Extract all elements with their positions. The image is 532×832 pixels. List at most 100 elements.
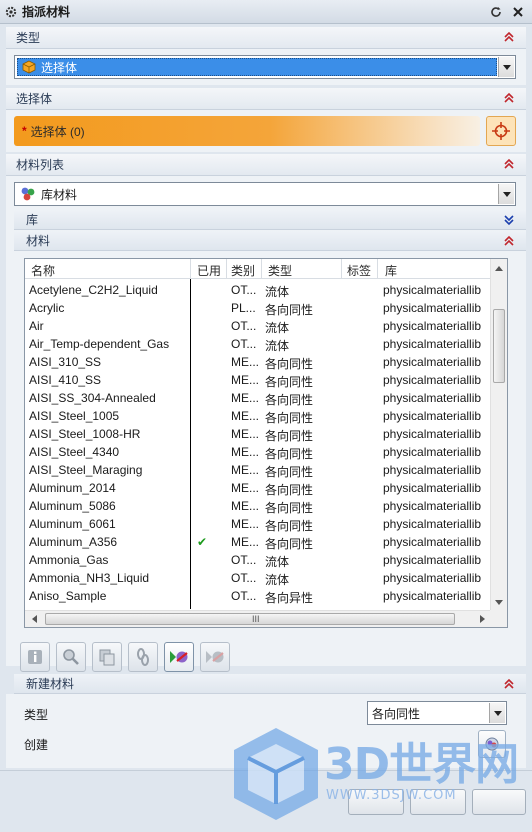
scroll-left-icon[interactable] (25, 611, 42, 627)
cell-library: physicalmateriallib (383, 463, 482, 477)
material-list-select-value: 库材料 (41, 187, 78, 202)
required-mark: * (22, 124, 27, 138)
column-header-category[interactable]: 类别 (231, 262, 255, 279)
cell-category: ME... (231, 481, 260, 495)
table-row[interactable]: Aniso_Sample OT... 各向异性 physicalmateriallib (25, 587, 491, 605)
type-select-value: 选择体 (41, 60, 78, 75)
table-row[interactable]: Ammonia_NH3_Liquid OT... 流体 physicalmateria… (25, 569, 491, 587)
cancel-button[interactable] (472, 789, 526, 815)
chevron-down-double-icon[interactable] (502, 213, 516, 227)
cell-library: physicalmateriallib (383, 517, 482, 531)
horizontal-scroll-thumb[interactable]: III (45, 613, 455, 625)
table-row[interactable]: Aluminum_5086 ME... 各向同性 physicalmaterialli… (25, 497, 491, 515)
cell-name: Aluminum_A356 (29, 535, 118, 549)
section-material-list-header[interactable]: 材料列表 (6, 154, 526, 176)
info-button[interactable] (20, 642, 50, 672)
gear-icon[interactable] (0, 5, 22, 19)
link-icon (137, 648, 149, 666)
chevron-up-icon[interactable] (502, 91, 516, 105)
scroll-right-icon[interactable] (474, 611, 491, 627)
section-select-body-header[interactable]: 选择体 (6, 88, 526, 110)
new-material-type-select[interactable]: 各向同性 (367, 701, 507, 725)
materials-table[interactable]: 名称 已用 类别 类型 标签 库 Acetylene_C2H2_Liquid OT… (24, 258, 508, 628)
cell-type: 各向同性 (265, 357, 314, 371)
cell-category: ME... (231, 445, 260, 459)
table-row[interactable]: AISI_Steel_4340 ME... 各向同性 physicalmaterial… (25, 443, 491, 461)
reset-icon[interactable] (488, 4, 504, 20)
table-row[interactable]: Air_Temp-dependent_Gas OT... 流体 physicalmat… (25, 335, 491, 353)
scroll-down-icon[interactable] (491, 594, 507, 611)
cell-library: physicalmateriallib (383, 553, 482, 567)
column-header-used[interactable]: 已用 (197, 262, 221, 279)
scroll-up-icon[interactable] (491, 259, 507, 276)
cell-name: Aluminum_5086 (29, 499, 116, 513)
cell-library: physicalmateriallib (383, 301, 482, 315)
column-divider[interactable] (377, 259, 378, 279)
cell-type: 流体 (265, 321, 290, 335)
table-row[interactable]: Aluminum_A356 ✔ ME... 各向同性 physicalmateriall… (25, 533, 491, 551)
cell-name: AISI_Steel_4340 (29, 445, 120, 459)
type-select[interactable]: 选择体 (14, 55, 516, 79)
dialog-button-bar (0, 770, 532, 832)
chevron-down-icon[interactable] (498, 184, 514, 204)
cell-category: ME... (231, 517, 260, 531)
cell-name: AISI_Steel_1008-HR (29, 427, 141, 441)
section-type-header[interactable]: 类型 (6, 27, 526, 49)
material-list-select[interactable]: 库材料 (14, 182, 516, 206)
chevron-up-icon[interactable] (502, 30, 516, 44)
link-button[interactable] (128, 642, 158, 672)
assign-material-button[interactable] (164, 642, 194, 672)
subsection-materials-header[interactable]: 材料 (14, 231, 526, 251)
cell-name: AISI_Steel_1005 (29, 409, 120, 423)
cell-name: Ammonia_Gas (29, 553, 109, 567)
column-header-tag[interactable]: 标签 (347, 262, 371, 279)
apply-button[interactable] (410, 789, 466, 815)
column-divider[interactable] (226, 259, 227, 279)
inspect-button[interactable] (56, 642, 86, 672)
table-row[interactable]: Acetylene_C2H2_Liquid OT... 流体 physicalmate… (25, 281, 491, 299)
column-header-type[interactable]: 类型 (268, 262, 292, 279)
table-row[interactable]: AISI_Steel_1008-HR ME... 各向同性 physicalmater… (25, 425, 491, 443)
inspect-icon (63, 649, 79, 665)
select-body-field[interactable]: * 选择体 (0) (14, 116, 480, 146)
copy-button[interactable] (92, 642, 122, 672)
table-row[interactable]: AISI_Steel_1005 ME... 各向同性 physicalmaterial… (25, 407, 491, 425)
table-row[interactable]: AISI_Steel_Maraging ME... 各向同性 physicalmate… (25, 461, 491, 479)
column-divider[interactable] (190, 259, 191, 279)
chevron-up-icon[interactable] (502, 157, 516, 171)
vertical-scrollbar[interactable] (490, 259, 507, 611)
ok-button[interactable] (348, 789, 404, 815)
vertical-scroll-thumb[interactable] (493, 309, 505, 383)
table-row[interactable]: Acrylic PL... 各向同性 physicalmateriallib (25, 299, 491, 317)
cell-category: ME... (231, 391, 260, 405)
horizontal-scrollbar[interactable]: III (25, 610, 491, 627)
column-header-library[interactable]: 库 (385, 262, 397, 279)
subsection-library-header[interactable]: 库 (14, 210, 526, 230)
check-icon: ✔ (197, 535, 208, 549)
cell-name: Ammonia_NH3_Liquid (29, 571, 150, 585)
column-divider[interactable] (341, 259, 342, 279)
table-row[interactable]: AISI_SS_304-Annealed ME... 各向同性 physicalmat… (25, 389, 491, 407)
column-header-name[interactable]: 名称 (31, 262, 55, 279)
table-row[interactable]: Air OT... 流体 physicalmateriallib (25, 317, 491, 335)
table-row[interactable]: Aluminum_6061 ME... 各向同性 physicalmaterialli… (25, 515, 491, 533)
table-row[interactable]: Aluminum_2014 ME... 各向同性 physicalmaterialli… (25, 479, 491, 497)
select-body-crosshair-button[interactable] (486, 116, 516, 146)
section-new-material-header[interactable]: 新建材料 (14, 674, 526, 694)
chevron-down-icon[interactable] (489, 703, 505, 723)
remove-material-button[interactable] (200, 642, 230, 672)
cell-name: Air (29, 319, 44, 333)
table-row[interactable]: Ammonia_Gas OT... 流体 physicalmateriallib (25, 551, 491, 569)
table-row[interactable]: AISI_410_SS ME... 各向同性 physicalmateriallib (25, 371, 491, 389)
table-row[interactable]: AISI_310_SS ME... 各向同性 physicalmateriallib (25, 353, 491, 371)
column-divider[interactable] (261, 259, 262, 279)
chevron-up-icon[interactable] (502, 677, 516, 691)
cell-name: AISI_Steel_Maraging (29, 463, 143, 477)
cell-library: physicalmateriallib (383, 337, 482, 351)
close-icon[interactable] (510, 4, 526, 20)
create-material-button[interactable] (478, 730, 506, 758)
cell-type: 各向异性 (265, 591, 314, 605)
chevron-down-icon[interactable] (498, 57, 514, 77)
cell-library: physicalmateriallib (383, 409, 482, 423)
chevron-up-icon[interactable] (502, 234, 516, 248)
